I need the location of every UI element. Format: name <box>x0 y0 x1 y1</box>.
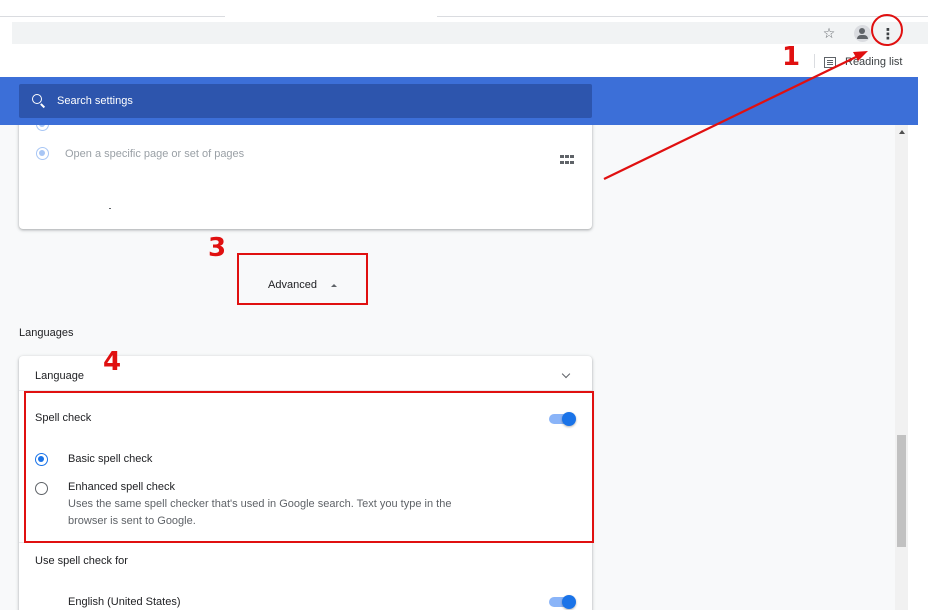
tab-strip-divider <box>437 16 928 17</box>
startup-radio-continue[interactable] <box>36 125 49 131</box>
reading-list-label: Reading list <box>845 56 903 68</box>
bookmark-star-icon[interactable]: ☆ <box>820 24 838 42</box>
building-grid-icon[interactable] <box>560 155 574 166</box>
use-spell-check-for-label: Use spell check for <box>35 555 128 567</box>
annotation-number-4: 4 <box>103 347 122 377</box>
scroll-thumb[interactable] <box>897 435 906 547</box>
scroll-up-arrow-icon[interactable] <box>899 130 905 134</box>
search-input[interactable] <box>57 95 457 107</box>
window-edge <box>908 125 928 610</box>
reading-list-button[interactable]: Reading list <box>824 54 902 70</box>
annotation-number-1: 1 <box>782 42 801 72</box>
reading-list-icon <box>824 56 836 68</box>
address-bar[interactable] <box>12 22 928 44</box>
tab-strip-divider <box>0 16 225 17</box>
pixel-dot <box>109 208 111 209</box>
tab-strip <box>0 0 928 22</box>
search-settings-box[interactable] <box>19 84 592 118</box>
scrollbar[interactable] <box>895 125 908 610</box>
profile-avatar-icon[interactable] <box>854 25 871 42</box>
bookmarks-separator <box>814 54 815 68</box>
annotation-number-3: 3 <box>208 233 227 263</box>
on-startup-card: Open a specific page or set of pages <box>19 125 592 229</box>
languages-section-title: Languages <box>19 327 74 339</box>
language-english-us-label: English (United States) <box>68 596 181 608</box>
language-row-label: Language <box>35 370 84 382</box>
search-icon <box>32 94 46 108</box>
startup-radio-specific-page[interactable] <box>36 147 49 160</box>
annotation-circle-menu <box>871 14 903 46</box>
startup-specific-page-label: Open a specific page or set of pages <box>65 148 245 160</box>
english-us-spell-toggle[interactable] <box>549 595 577 609</box>
annotation-box-advanced <box>237 253 368 305</box>
annotation-box-spell-check <box>24 391 594 543</box>
